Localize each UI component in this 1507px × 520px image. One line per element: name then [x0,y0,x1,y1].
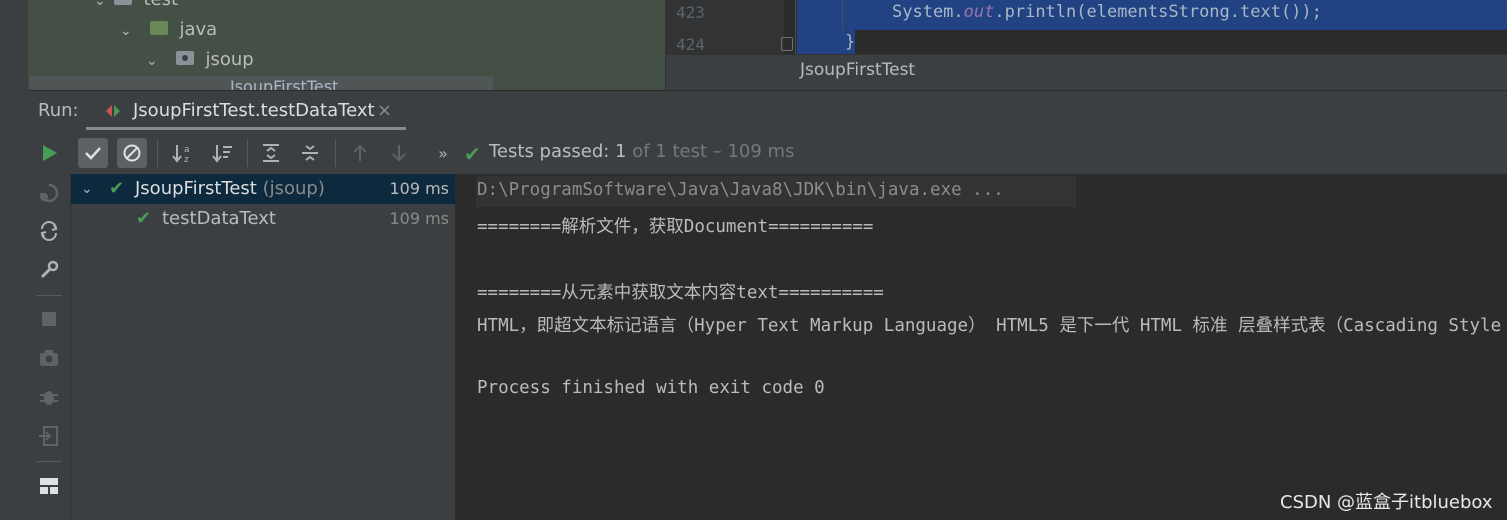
code-line-423[interactable]: System.out.println(elementsStrong.text()… [892,2,1322,22]
next-failed-test-button[interactable] [384,138,414,168]
rerun-failed-button[interactable] [36,180,62,206]
chevron-down-icon[interactable]: ⌄ [120,17,134,45]
console-line-command[interactable]: D:\ProgramSoftware\Java\Java8\JDK\bin\ja… [477,180,1004,200]
test-method-name: testDataText [162,208,276,229]
dump-threads-button[interactable] [36,345,62,371]
auto-test-icon [40,221,58,241]
test-status-text: Tests passed: 1 of 1 test – 109 ms [489,141,794,162]
side-separator [36,461,62,462]
side-separator [36,295,62,296]
rerun-button[interactable] [34,138,64,168]
rerun-icon [43,145,57,161]
sort-alpha-icon: az [172,145,190,163]
console-line: ========从元素中获取文本内容text========== [477,283,884,303]
tree-item-java[interactable]: ⌄ java [120,16,217,44]
tree-item-jsoupfirsttest-label: JsoupFirstTest [230,77,339,90]
fold-marker-icon[interactable] [781,37,793,51]
debug-button[interactable] [36,384,62,410]
console-line: HTML，即超文本标记语言（Hyper Text Markup Language… [477,316,1507,336]
settings-button[interactable] [36,257,62,283]
toggle-auto-test-button[interactable] [36,218,62,244]
show-passed-icon [85,147,101,160]
tree-item-jsoup[interactable]: ⌄ jsoup [146,46,254,74]
run-config-icon [106,105,120,117]
export-icon [39,426,58,446]
show-passed-toggle[interactable] [78,138,108,168]
passed-check-icon: ✔ [464,142,481,166]
rerun-failed-icon [39,183,59,203]
package-icon [175,51,194,65]
line-number: 423 [676,3,705,22]
run-tab-underline [86,127,406,130]
next-test-icon [392,145,406,162]
show-ignored-icon [123,144,141,162]
layout-icon [40,478,58,494]
camera-icon [40,350,58,366]
test-suite-name: JsoupFirstTest (jsoup) [135,174,325,204]
show-ignored-toggle[interactable] [117,138,147,168]
passed-check-icon: ✔ [109,178,125,199]
svg-text:a: a [184,145,190,155]
console-line: ========解析文件，获取Document========== [477,217,874,237]
sort-duration-icon [212,145,232,163]
more-icon: » [438,143,448,163]
chevron-down-icon[interactable]: ⌄ [94,0,108,15]
stop-icon [42,312,56,326]
status-passed-count: 1 [615,141,627,162]
line-number: 424 [676,35,705,54]
code-token-field: out [963,2,995,22]
code-token: System. [892,2,964,22]
console-line-exit: Process finished with exit code 0 [477,378,825,398]
editor-breadcrumb[interactable]: JsoupFirstTest [800,60,915,80]
previous-failed-test-button[interactable] [345,138,375,168]
watermark: CSDN @蓝盒子itbluebox [1280,492,1493,513]
wrench-icon [40,260,59,279]
svg-text:z: z [184,155,189,163]
bug-icon [40,391,58,405]
test-suite-package: (jsoup) [256,178,325,199]
export-button[interactable] [36,423,62,449]
run-window-label: Run: [38,100,79,121]
status-suffix: of 1 test – 109 ms [626,141,795,162]
collapse-all-icon [302,145,318,161]
test-duration: 109 ms [389,179,449,198]
left-edge-stripe [0,0,29,520]
close-icon[interactable]: × [377,100,392,121]
run-tab-title: JsoupFirstTest.testDataText [133,100,375,121]
sort-alphabetically-button[interactable]: az [168,138,198,168]
chevron-down-icon[interactable]: ⌄ [146,47,160,75]
chevron-down-icon[interactable]: ⌄ [81,174,93,204]
editor-breadcrumb-bar [666,54,1507,90]
indent-guide [795,0,796,54]
test-method-row[interactable]: ✔ testDataText 109 ms [71,204,455,234]
tree-item-test[interactable]: ⌄ test [94,0,178,14]
tree-item-label: test [143,0,178,10]
stop-button[interactable] [36,306,62,332]
passed-check-icon: ✔ [136,208,152,229]
layout-button[interactable] [36,473,62,499]
test-duration: 109 ms [389,209,449,228]
code-token: .println(elementsStrong.text()); [994,2,1322,22]
tree-item-label: java [179,19,218,40]
expand-all-icon [263,144,279,162]
sort-by-duration-button[interactable] [208,138,238,168]
more-actions-button[interactable]: » [428,138,458,168]
test-suite-label: JsoupFirstTest [135,178,257,199]
folder-icon [113,0,132,5]
test-suite-row[interactable]: ⌄ ✔ JsoupFirstTest (jsoup) 109 ms [71,174,455,204]
tree-item-label: jsoup [205,49,254,70]
collapse-all-button[interactable] [295,138,325,168]
code-line-424[interactable]: } [845,32,855,52]
expand-all-button[interactable] [256,138,286,168]
source-folder-icon [149,21,168,35]
status-prefix: Tests passed: [489,141,616,162]
previous-test-icon [353,144,367,161]
indent-guide [842,0,843,30]
